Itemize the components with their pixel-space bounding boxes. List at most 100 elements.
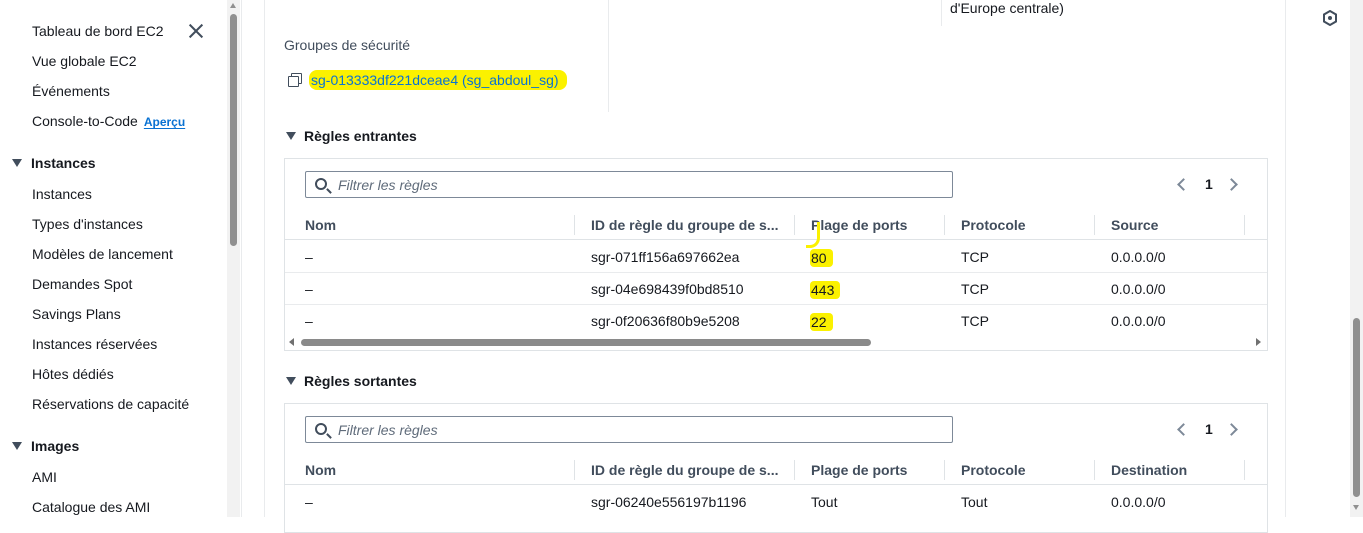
divider [608,0,609,112]
column-resizer[interactable] [794,215,795,235]
nav-ec2-global-view[interactable]: Vue globale EC2 [32,53,137,69]
search-icon [315,178,327,190]
inbound-rules-title: Règles entrantes [304,128,417,144]
column-header-rule-id[interactable]: ID de règle du groupe de s... [591,217,778,233]
nav-instances[interactable]: Instances [32,186,92,202]
sidebar: Tableau de bord EC2 Vue globale EC2 Évén… [0,0,227,517]
nav-console-to-code-label: Console-to-Code [32,113,138,129]
inbound-filter-input[interactable] [338,175,938,194]
nav-section-instances[interactable]: Instances [12,155,96,171]
column-resizer[interactable] [574,215,575,235]
cell-rule-id: sgr-04e698439f0bd8510 [591,281,744,297]
nav-capacity-reservations[interactable]: Réservations de capacité [32,396,189,412]
chevron-right-icon[interactable] [1225,423,1238,436]
cell-name: – [305,281,313,297]
nav-spot-requests[interactable]: Demandes Spot [32,276,132,292]
cell-protocol: Tout [961,494,988,510]
table-row[interactable]: – sgr-06240e556197b1196 Tout Tout 0.0.0.… [285,486,1267,518]
column-resizer[interactable] [1244,215,1245,235]
divider [241,0,242,517]
search-icon [315,423,327,435]
cell-protocol: TCP [961,281,989,297]
nav-ami-catalog[interactable]: Catalogue des AMI [32,499,150,515]
scroll-up-arrow-icon[interactable] [230,3,236,8]
chevron-right-icon[interactable] [1225,178,1238,191]
column-header-destination[interactable]: Destination [1111,462,1187,478]
caret-down-icon [286,132,296,140]
outbound-rules-table: 1 Nom ID de règle du groupe de s... Plag… [284,403,1268,533]
nav-console-to-code[interactable]: Console-to-Code Aperçu [32,113,185,129]
inbound-filter[interactable] [305,171,953,198]
cell-source: 0.0.0.0/0 [1111,249,1166,265]
column-resizer[interactable] [1094,460,1095,480]
table-row[interactable]: – sgr-04e698439f0bd8510 443 TCP 0.0.0.0/… [285,273,1267,305]
column-header-protocol[interactable]: Protocole [961,462,1026,478]
cell-name: – [305,313,313,329]
nav-instance-types[interactable]: Types d'instances [32,216,143,232]
nav-section-title: Images [31,438,80,454]
column-resizer[interactable] [944,460,945,480]
scroll-down-arrow-icon[interactable] [1353,505,1359,510]
page-number[interactable]: 1 [1205,176,1213,192]
cell-port-range: 80 [810,249,833,267]
horizontal-scroll-thumb[interactable] [301,339,871,346]
column-header-protocol[interactable]: Protocole [961,217,1026,233]
table-row[interactable]: – sgr-071ff156a697662ea 80 TCP 0.0.0.0/0 [285,241,1267,273]
nav-reserved-instances[interactable]: Instances réservées [32,336,157,352]
horizontal-scrollbar[interactable] [285,335,1267,349]
sidebar-scroll-thumb[interactable] [230,14,237,246]
nav-section-images[interactable]: Images [12,438,79,454]
inbound-rules-header[interactable]: Règles entrantes [286,128,417,144]
caret-down-icon [12,442,22,450]
table-header: Nom ID de règle du groupe de s... Plage … [285,210,1267,240]
chevron-left-icon[interactable] [1177,178,1190,191]
caret-down-icon [12,159,22,167]
settings-hex-icon[interactable] [1322,10,1338,26]
copy-icon[interactable] [288,73,302,87]
column-header-rule-id[interactable]: ID de règle du groupe de s... [591,462,778,478]
divider [941,0,942,26]
cell-port-range: Tout [811,494,838,510]
security-group-link-text[interactable]: sg-013333df221dceae4 (sg_abdoul_sg) [309,70,567,90]
nav-launch-templates[interactable]: Modèles de lancement [32,246,173,262]
nav-ami[interactable]: AMI [32,469,57,485]
cell-rule-id: sgr-06240e556197b1196 [591,494,747,510]
preview-badge[interactable]: Aperçu [144,115,185,129]
cell-port-range: 22 [810,313,833,331]
column-resizer[interactable] [1094,215,1095,235]
column-header-port-range[interactable]: Plage de ports [811,217,907,233]
column-resizer[interactable] [944,215,945,235]
page-number[interactable]: 1 [1205,421,1213,437]
column-resizer[interactable] [1244,460,1245,480]
outbound-filter[interactable] [305,416,953,443]
scroll-right-arrow-icon[interactable] [1256,338,1261,346]
nav-dedicated-hosts[interactable]: Hôtes dédiés [32,366,114,382]
security-groups-label: Groupes de sécurité [284,37,411,53]
security-group-link[interactable]: sg-013333df221dceae4 (sg_abdoul_sg) [288,70,567,90]
outbound-filter-input[interactable] [338,420,938,439]
table-header: Nom ID de règle du groupe de s... Plage … [285,455,1267,485]
nav-events[interactable]: Événements [32,83,110,99]
nav-savings-plans[interactable]: Savings Plans [32,306,121,322]
scroll-left-arrow-icon[interactable] [289,338,294,346]
page-scrollbar[interactable] [1350,0,1363,517]
column-header-name[interactable]: Nom [305,217,336,233]
page-scroll-thumb[interactable] [1353,318,1360,497]
nav-section-title: Instances [31,155,96,171]
cell-port-range: 443 [810,281,841,299]
table-row[interactable]: – sgr-0f20636f80b9e5208 22 TCP 0.0.0.0/0 [285,305,1267,337]
cell-name: – [305,249,313,265]
column-header-source[interactable]: Source [1111,217,1158,233]
close-icon[interactable] [187,22,205,40]
outbound-rules-header[interactable]: Règles sortantes [286,373,417,389]
highlight-mark [806,222,820,248]
chevron-left-icon[interactable] [1177,423,1190,436]
nav-ec2-dashboard[interactable]: Tableau de bord EC2 [32,23,164,39]
sidebar-scrollbar[interactable] [227,0,240,517]
inbound-rules-table: 1 Nom ID de règle du groupe de s... Plag… [284,158,1268,351]
column-resizer[interactable] [574,460,575,480]
inbound-pagination: 1 [1177,176,1247,194]
column-header-port-range[interactable]: Plage de ports [811,462,907,478]
column-header-name[interactable]: Nom [305,462,336,478]
column-resizer[interactable] [794,460,795,480]
